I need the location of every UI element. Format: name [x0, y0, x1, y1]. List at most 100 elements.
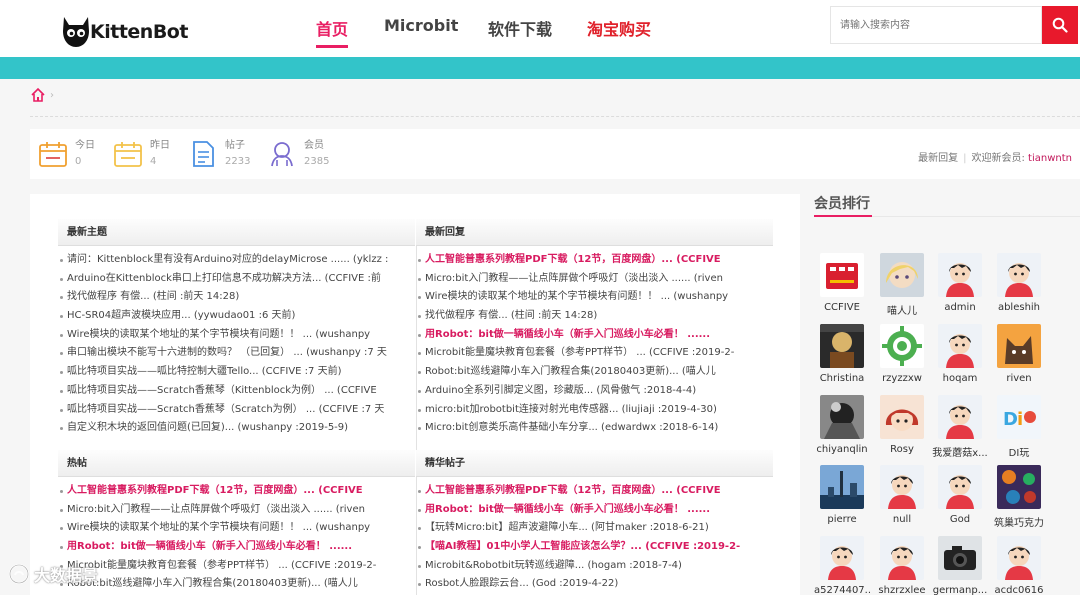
- thread-link[interactable]: 用Robot：bit做一辆循线小车（新手入门巡线小车必看！ ......: [58, 538, 415, 557]
- member-card[interactable]: 喵人儿: [874, 253, 930, 317]
- avatar[interactable]: [938, 536, 982, 580]
- member-name[interactable]: germanp...: [932, 585, 988, 595]
- avatar[interactable]: [820, 536, 864, 580]
- avatar[interactable]: [997, 253, 1041, 297]
- thread-link[interactable]: 【玩转Micro:bit】超声波避障小车... (阿甘maker :2018-6…: [416, 519, 773, 538]
- avatar[interactable]: [820, 324, 864, 368]
- avatar[interactable]: [938, 395, 982, 439]
- thread-link[interactable]: 找代做程序 有偿... (柱间 :前天 14:28): [416, 307, 773, 326]
- thread-link[interactable]: Microbit能量魔块教育包套餐（参考PPT样节） ... (CCFIVE :…: [416, 344, 773, 363]
- thread-link[interactable]: Wire模块的读取某个地址的某个字节模块有问题！！ ... (wushanpy: [58, 519, 415, 538]
- member-card[interactable]: ableshih: [991, 253, 1047, 313]
- thread-link[interactable]: 用Robot：bit做一辆循线小车（新手入门巡线小车必看！ ......: [416, 326, 773, 345]
- member-card[interactable]: riven: [991, 324, 1047, 384]
- nav-software-download[interactable]: 软件下载: [488, 16, 552, 40]
- member-card[interactable]: Di DI玩: [991, 395, 1047, 459]
- avatar[interactable]: [820, 253, 864, 297]
- member-card[interactable]: rzyzzxw: [874, 324, 930, 384]
- thread-link[interactable]: 自定义积木块的返回值问题(已回复)... (wushanpy :2019-5-9…: [58, 419, 415, 438]
- thread-link[interactable]: Arduino在Kittenblock串口上打印信息不成功解决方法... (CC…: [58, 270, 415, 289]
- avatar[interactable]: [938, 253, 982, 297]
- avatar[interactable]: [997, 465, 1041, 509]
- member-name[interactable]: admin: [932, 302, 988, 313]
- thread-link[interactable]: Wire模块的读取某个地址的某个字节模块有问题！！ ... (wushanpy: [58, 326, 415, 345]
- thread-link[interactable]: 呱比特项目实战——Scratch香蕉琴（Scratch为例） ... (CCFI…: [58, 401, 415, 420]
- member-name[interactable]: ableshih: [991, 302, 1047, 313]
- thread-link[interactable]: 人工智能普惠系列教程PDF下载（12节，百度网盘）... (CCFIVE: [416, 482, 773, 501]
- member-name[interactable]: acdc0616: [991, 585, 1047, 595]
- thread-link[interactable]: 呱比特项目实战——呱比特控制大疆Tello... (CCFIVE :7 天前): [58, 363, 415, 382]
- thread-link[interactable]: Microbit能量魔块教育包套餐（参考PPT样节） ... (CCFIVE :…: [58, 557, 415, 576]
- member-card[interactable]: admin: [932, 253, 988, 313]
- avatar[interactable]: [880, 465, 924, 509]
- nav-home[interactable]: 首页: [316, 16, 348, 40]
- thread-link[interactable]: 人工智能普惠系列教程PDF下载（12节，百度网盘）... (CCFIVE: [58, 482, 415, 501]
- avatar[interactable]: [938, 465, 982, 509]
- member-name[interactable]: shzrzxlee: [874, 585, 930, 595]
- avatar[interactable]: [938, 324, 982, 368]
- member-card[interactable]: Rosy: [874, 395, 930, 455]
- thread-link[interactable]: Microbit&Robotbit玩转巡线避障... (hogam :2018-…: [416, 557, 773, 576]
- thread-link[interactable]: Micro:bit入门教程——让点阵屏做个呼吸灯（淡出淡入 ...... (ri…: [416, 270, 773, 289]
- thread-link[interactable]: 呱比特项目实战——Scratch香蕉琴（Kittenblock为例） ... (…: [58, 382, 415, 401]
- member-card[interactable]: hoqam: [932, 324, 988, 384]
- member-name[interactable]: riven: [991, 373, 1047, 384]
- member-card[interactable]: chiyanqlin: [814, 395, 870, 455]
- thread-link[interactable]: 【喵AI教程】01中小学人工智能应该怎么学？... (CCFIVE :2019-…: [416, 538, 773, 557]
- member-card[interactable]: 筑巢巧克力: [991, 465, 1047, 529]
- member-name[interactable]: 喵人儿: [874, 302, 930, 317]
- member-card[interactable]: 我爱蘑菇x...: [932, 395, 988, 459]
- avatar[interactable]: [820, 395, 864, 439]
- thread-link[interactable]: Robot:bit巡线避障小车入门教程合集(20180403更新)... (喵人…: [58, 575, 415, 594]
- member-card[interactable]: God: [932, 465, 988, 525]
- member-name[interactable]: rzyzzxw: [874, 373, 930, 384]
- thread-link[interactable]: Wire模块的读取某个地址的某个字节模块有问题！！ ... (wushanpy: [416, 288, 773, 307]
- avatar[interactable]: [820, 465, 864, 509]
- thread-link[interactable]: 人工智能普惠系列教程PDF下载（12节，百度网盘）... (CCFIVE: [416, 251, 773, 270]
- nav-taobao-shop[interactable]: 淘宝购买: [587, 16, 651, 40]
- member-name[interactable]: 我爱蘑菇x...: [932, 444, 988, 459]
- latest-reply-link[interactable]: 最新回复: [918, 153, 958, 164]
- avatar[interactable]: [997, 536, 1041, 580]
- member-name[interactable]: pierre: [814, 514, 870, 525]
- member-name[interactable]: Rosy: [874, 444, 930, 455]
- new-member-link[interactable]: tianwntn: [1028, 153, 1072, 164]
- member-name[interactable]: Christina: [814, 373, 870, 384]
- avatar[interactable]: [880, 253, 924, 297]
- member-card[interactable]: null: [874, 465, 930, 525]
- member-card[interactable]: acdc0616: [991, 536, 1047, 595]
- thread-link[interactable]: HC-SR04超声波模块应用... (yywudao01 :6 天前): [58, 307, 415, 326]
- avatar[interactable]: [997, 324, 1041, 368]
- thread-link[interactable]: Rosbot人脸跟踪云台... (God :2019-4-22): [416, 575, 773, 594]
- avatar[interactable]: Di: [997, 395, 1041, 439]
- site-logo[interactable]: KittenBot: [60, 9, 188, 51]
- member-card[interactable]: a5274407...: [814, 536, 870, 595]
- thread-link[interactable]: micro:bit加robotbit连接对射光电传感器... (liujiaji…: [416, 401, 773, 420]
- search-button[interactable]: [1042, 6, 1078, 44]
- thread-link[interactable]: Micro:bit创意类乐高件基础小车分享... (edwardwx :2018…: [416, 419, 773, 438]
- avatar[interactable]: [880, 324, 924, 368]
- nav-microbit[interactable]: Microbit: [384, 16, 458, 35]
- member-name[interactable]: God: [932, 514, 988, 525]
- home-icon[interactable]: [30, 87, 46, 103]
- search-input[interactable]: [831, 7, 1041, 43]
- thread-link[interactable]: 用Robot：bit做一辆循线小车（新手入门巡线小车必看！ ......: [416, 501, 773, 520]
- member-name[interactable]: null: [874, 514, 930, 525]
- member-name[interactable]: hoqam: [932, 373, 988, 384]
- member-card[interactable]: pierre: [814, 465, 870, 525]
- member-name[interactable]: DI玩: [991, 444, 1047, 459]
- thread-link[interactable]: Arduino全系列引脚定义图，珍藏版... (风骨傲气 :2018-4-4): [416, 382, 773, 401]
- thread-link[interactable]: 找代做程序 有偿... (柱间 :前天 14:28): [58, 288, 415, 307]
- thread-link[interactable]: 请问：Kittenblock里有没有Arduino对应的delayMicrose…: [58, 251, 415, 270]
- member-name[interactable]: CCFIVE: [814, 302, 870, 313]
- thread-link[interactable]: Micro:bit入门教程——让点阵屏做个呼吸灯（淡出淡入 ...... (ri…: [58, 501, 415, 520]
- member-name[interactable]: 筑巢巧克力: [991, 514, 1047, 529]
- avatar[interactable]: [880, 536, 924, 580]
- thread-link[interactable]: 串口输出模块不能写十六进制的数吗？ （已回复） ... (wushanpy :7…: [58, 344, 415, 363]
- member-name[interactable]: a5274407...: [814, 585, 870, 595]
- member-card[interactable]: germanp...: [932, 536, 988, 595]
- member-card[interactable]: shzrzxlee: [874, 536, 930, 595]
- member-name[interactable]: chiyanqlin: [814, 444, 870, 455]
- member-card[interactable]: Christina: [814, 324, 870, 384]
- avatar[interactable]: [880, 395, 924, 439]
